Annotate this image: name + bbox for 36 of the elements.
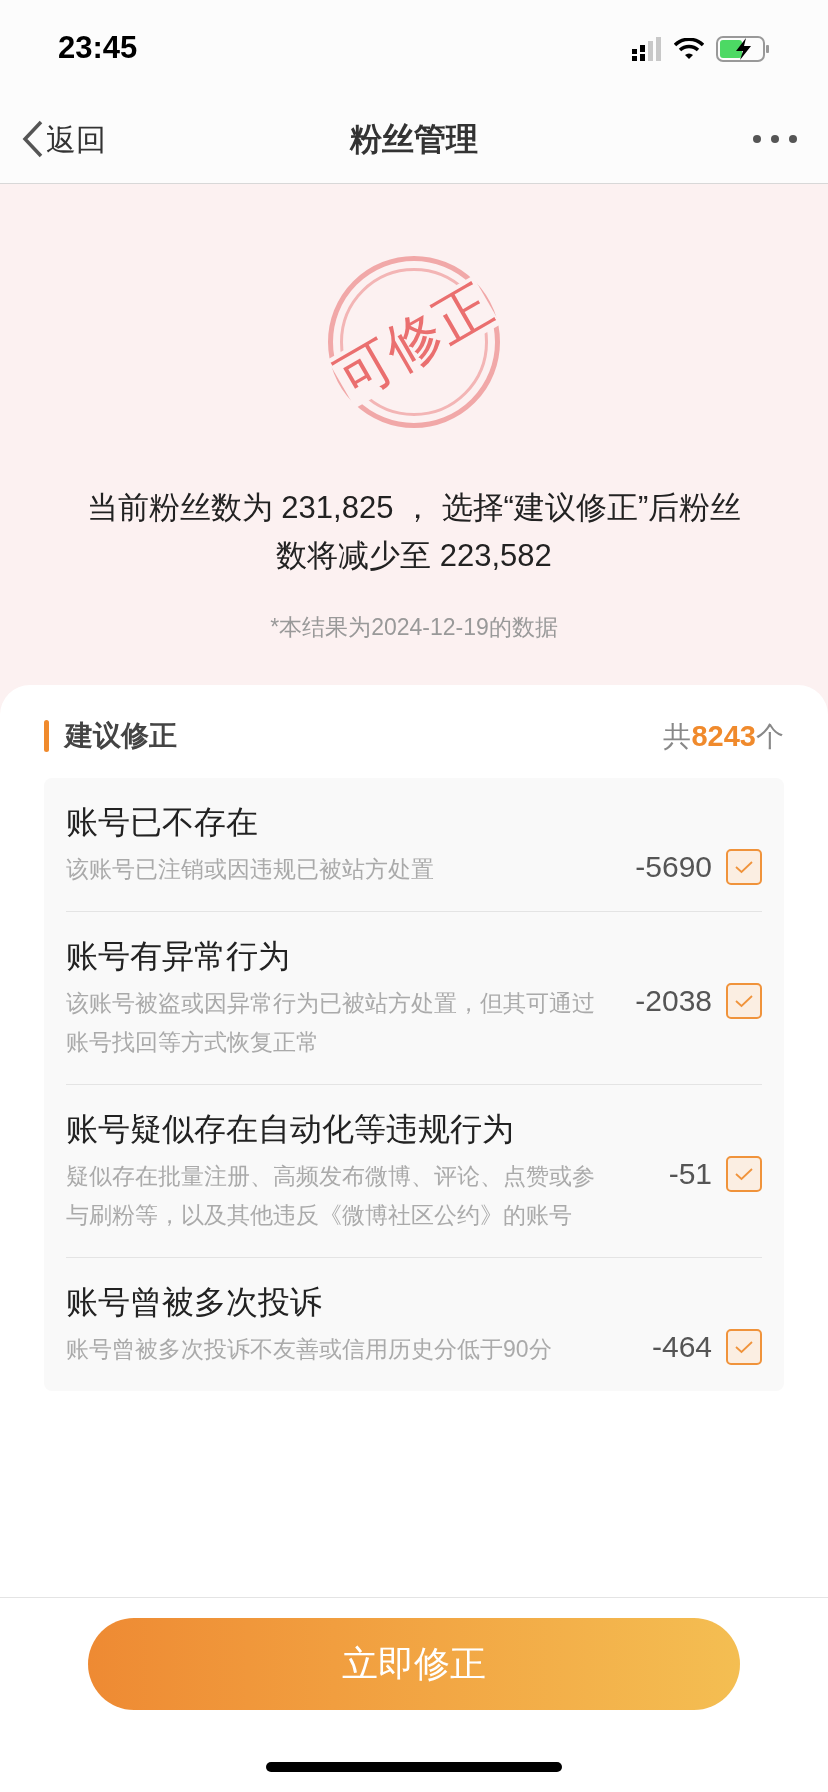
checkmark-icon [734, 859, 754, 874]
checkbox[interactable] [726, 1328, 762, 1365]
back-button[interactable]: 返回 [22, 116, 106, 162]
total-count: 8243 [691, 718, 756, 754]
signal-icon [632, 36, 662, 61]
more-icon[interactable] [752, 134, 798, 144]
reason-title: 账号疑似存在自动化等违规行为 [66, 1110, 515, 1149]
reason-title: 账号有异常行为 [66, 937, 291, 976]
date-note: *本结果为2024-12-19的数据 [270, 613, 558, 642]
wifi-icon [674, 37, 704, 60]
stamp-text: 可修正 [327, 275, 501, 409]
reason-description: 该账号被盗或因异常行为已被站方处置，但其可通过账号找回等方式恢复正常 [66, 989, 596, 1057]
checkmark-icon [734, 993, 754, 1008]
reason-description: 疑似存在批量注册、高频发布微博、评论、点赞或参与刷粉等，以及其他违反《微博社区公约》的账号 [66, 1162, 596, 1230]
reason-title: 账号曾被多次投诉 [66, 1283, 323, 1322]
total-suffix: 个 [756, 719, 784, 754]
total-prefix: 共 [663, 719, 692, 754]
page-title: 粉丝管理 [350, 120, 478, 159]
checkbox[interactable] [726, 982, 762, 1019]
reason-count: -464 [651, 1329, 712, 1365]
reason-description: 该账号已注销或因违规已被站方处置 [66, 855, 435, 884]
checkbox[interactable] [726, 848, 762, 885]
checkmark-icon [734, 1339, 754, 1354]
checkmark-icon [734, 1166, 754, 1181]
reason-count: -5690 [635, 849, 712, 885]
summary-text: 当前粉丝数为 231,825 ， 选择“建议修正”后粉丝数将减少至 223,582 [85, 489, 743, 575]
reason-title: 账号已不存在 [66, 803, 259, 842]
accent-bar [44, 720, 49, 753]
battery-icon [716, 35, 770, 62]
chevron-left-icon [22, 120, 44, 158]
reason-count: -51 [668, 1156, 712, 1192]
reason-description: 账号曾被多次投诉不友善或信用历史分低于90分 [66, 1335, 553, 1364]
reason-count: -2038 [635, 983, 712, 1019]
section-title: 建议修正 [65, 719, 177, 754]
checkbox[interactable] [726, 1155, 762, 1192]
status-time: 23:45 [58, 29, 138, 68]
